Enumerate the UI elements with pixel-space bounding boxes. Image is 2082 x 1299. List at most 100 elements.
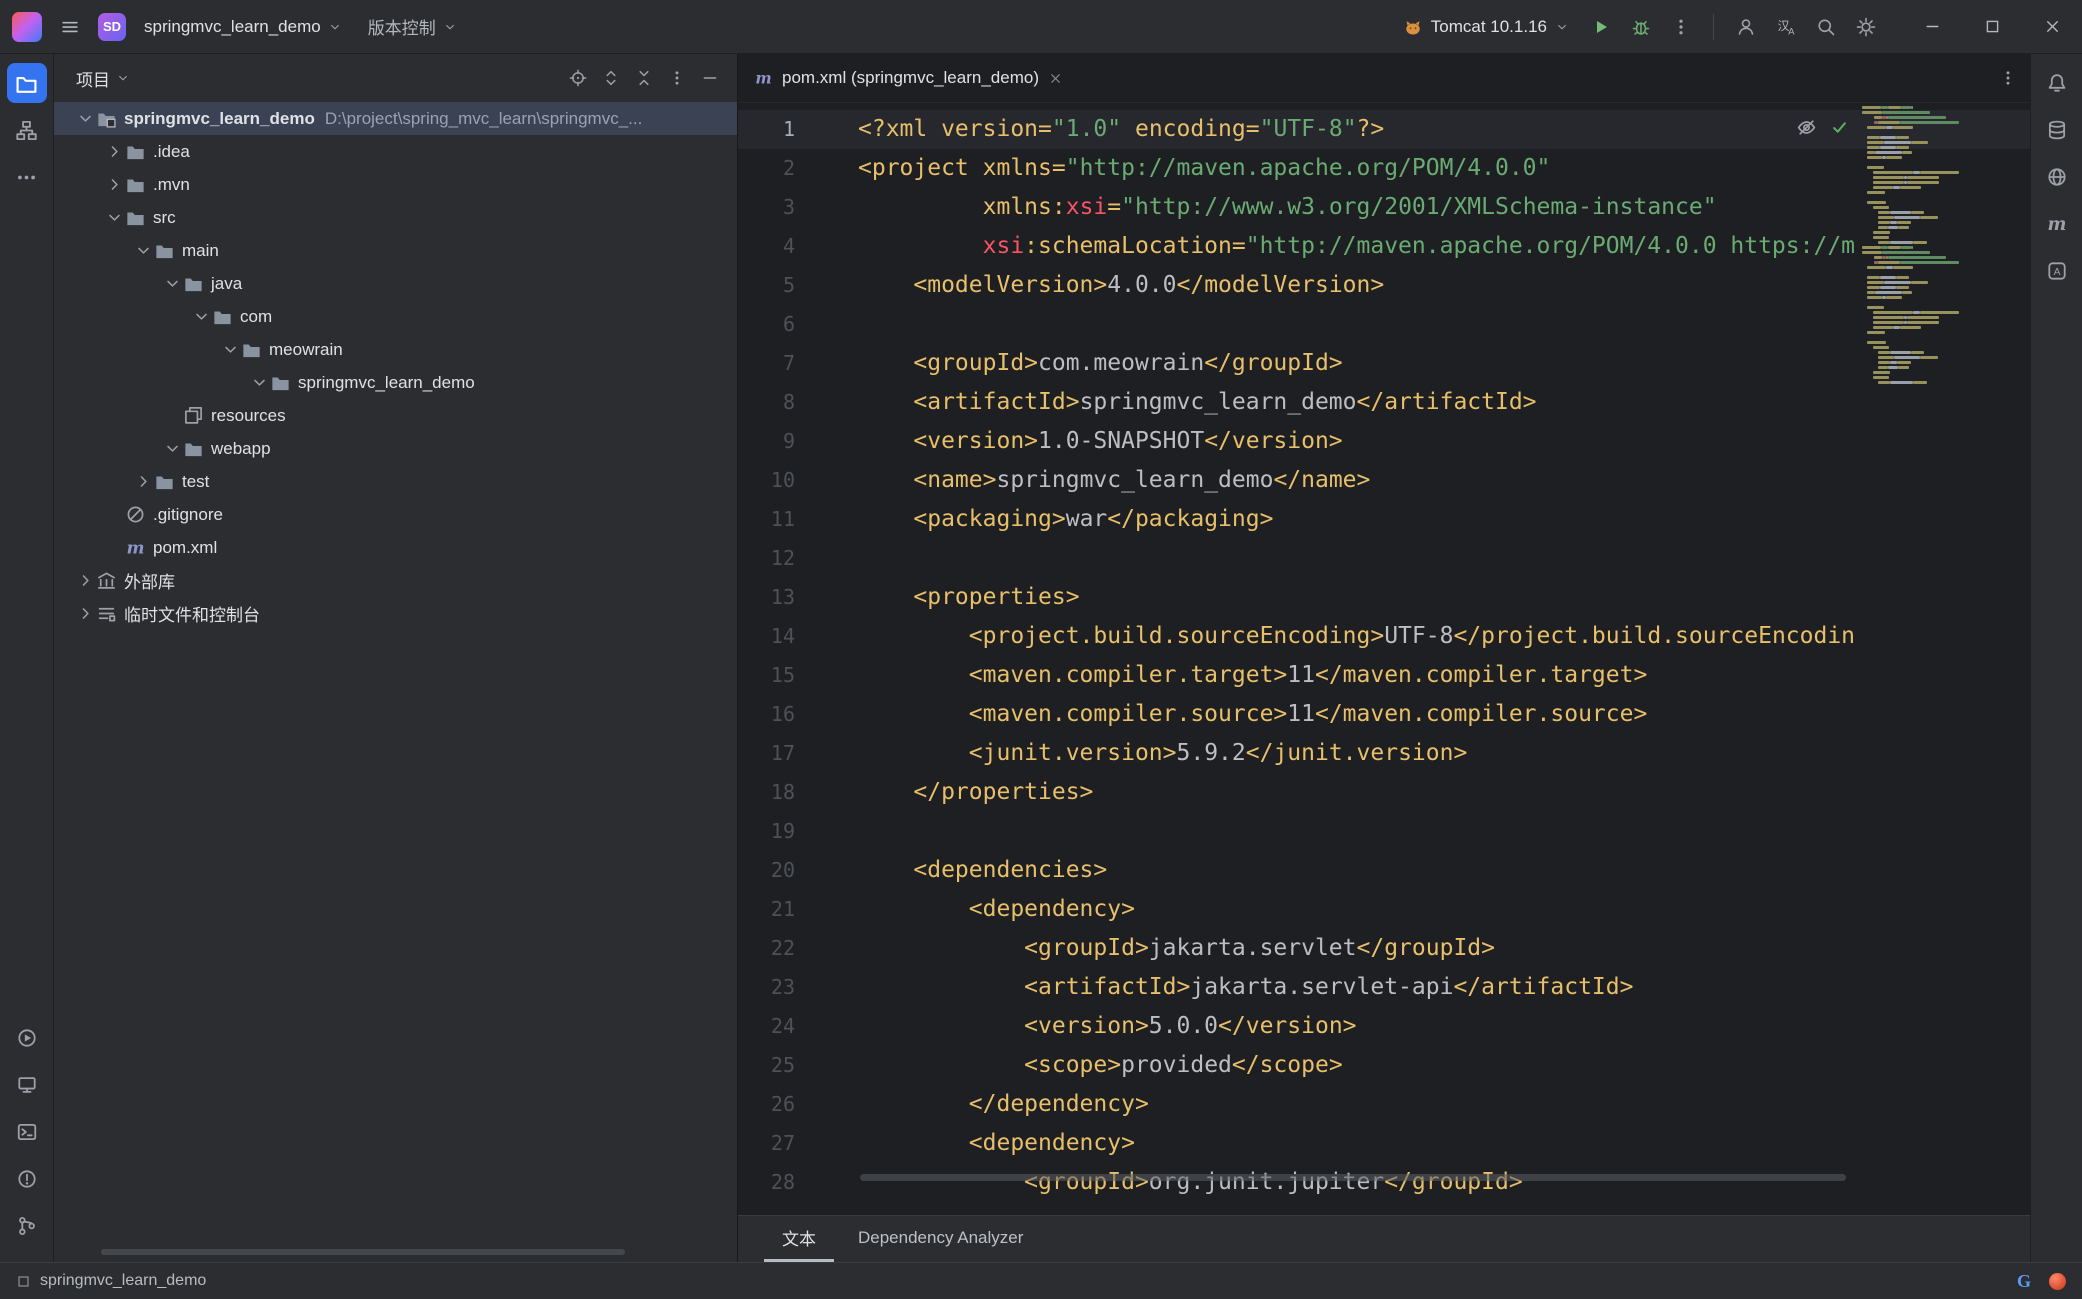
maximize-button[interactable] <box>1962 0 2022 53</box>
editor-gutter: 1234567891011121314151617181920212223242… <box>738 110 858 1202</box>
expand-all-icon[interactable] <box>602 69 620 87</box>
tab-options-icon[interactable] <box>1999 69 2017 87</box>
tree-chevron-down-icon[interactable] <box>161 438 183 460</box>
tree-item-project-root[interactable]: springmvc_learn_demoD:\project\spring_mv… <box>54 102 737 135</box>
services-button[interactable] <box>7 1065 47 1105</box>
hide-icon[interactable] <box>701 69 719 87</box>
tree-item-scratches-consoles[interactable]: 临时文件和控制台 <box>54 597 737 630</box>
line-number: 10 <box>738 461 795 500</box>
project-view-selector[interactable]: 项目 <box>76 66 130 91</box>
vcs-widget[interactable]: 版本控制 <box>360 8 465 45</box>
intellij-logo-icon <box>12 12 42 42</box>
structure-button[interactable] <box>7 110 47 150</box>
editor-bottom-tab-dependency-analyzer[interactable]: Dependency Analyzer <box>840 1216 1041 1262</box>
minimap[interactable] <box>1862 105 2028 385</box>
locate-file-icon[interactable] <box>569 69 587 87</box>
ai-assistant-button[interactable]: A <box>2037 251 2077 291</box>
tree-item-label: com <box>240 307 272 327</box>
line-number: 2 <box>738 149 795 188</box>
tree-chevron-right-icon[interactable] <box>74 603 96 625</box>
tree-chevron-down-icon[interactable] <box>219 339 241 361</box>
project-widget[interactable]: springmvc_learn_demo <box>136 11 350 43</box>
tree-chevron-down-icon[interactable] <box>132 240 154 262</box>
tree-item-test[interactable]: test <box>54 465 737 498</box>
version-control-tool-button[interactable] <box>7 1206 47 1246</box>
tree-item-src[interactable]: src <box>54 201 737 234</box>
problems-button[interactable] <box>7 1159 47 1199</box>
run-configuration-widget[interactable]: Tomcat 10.1.16 <box>1393 11 1579 43</box>
tree-chevron-down-icon[interactable] <box>161 273 183 295</box>
options-icon[interactable] <box>668 69 686 87</box>
tree-item-label: resources <box>211 406 286 426</box>
close-button[interactable] <box>2022 0 2082 53</box>
settings-button[interactable] <box>1848 9 1884 45</box>
line-number: 18 <box>738 773 795 812</box>
chevron-down-icon <box>328 20 342 34</box>
editor-bottom-tab-text[interactable]: 文本 <box>764 1216 834 1262</box>
more-actions-button[interactable] <box>1663 9 1699 45</box>
run-button[interactable] <box>1583 9 1619 45</box>
line-number: 14 <box>738 617 795 656</box>
code-line <box>858 539 1861 578</box>
line-number: 15 <box>738 656 795 695</box>
no-problems-check-icon[interactable] <box>1830 118 1849 137</box>
tree-item-gitignore[interactable]: .gitignore <box>54 498 737 531</box>
tree-chevron-right-icon[interactable] <box>132 471 154 493</box>
collapse-all-icon[interactable] <box>635 69 653 87</box>
event-icon[interactable] <box>2049 1273 2066 1290</box>
code-with-me-button[interactable] <box>1728 9 1764 45</box>
hamburger-menu-icon[interactable] <box>52 9 88 45</box>
tree-chevron-down-icon[interactable] <box>74 108 96 130</box>
terminal-button[interactable] <box>7 1112 47 1152</box>
tree-item-webapp[interactable]: webapp <box>54 432 737 465</box>
maven-button[interactable]: m <box>2037 204 2077 244</box>
tree-chevron-down-icon[interactable] <box>248 372 270 394</box>
code-editor[interactable]: <?xml version="1.0" encoding="UTF-8"?><p… <box>858 110 1861 1216</box>
tree-item-label: webapp <box>211 439 271 459</box>
tree-item-main[interactable]: main <box>54 234 737 267</box>
tree-chevron-right-icon[interactable] <box>103 141 125 163</box>
line-number: 9 <box>738 422 795 461</box>
notifications-button[interactable] <box>2037 63 2077 103</box>
database-button[interactable] <box>2037 110 2077 150</box>
search-everywhere-button[interactable] <box>1808 9 1844 45</box>
tree-item-resources[interactable]: resources <box>54 399 737 432</box>
close-icon[interactable] <box>1048 71 1063 86</box>
tree-item-mvn[interactable]: .mvn <box>54 168 737 201</box>
tree-chevron-right-icon[interactable] <box>74 570 96 592</box>
tree-chevron-right-icon[interactable] <box>103 174 125 196</box>
minimize-button[interactable] <box>1902 0 1962 53</box>
editor-tab-pom-xml[interactable]: m pom.xml (springmvc_learn_demo) <box>738 54 1077 102</box>
tree-item-com[interactable]: com <box>54 300 737 333</box>
code-line: <project.build.sourceEncoding>UTF-8</pro… <box>858 617 1861 656</box>
tree-item-external-libraries[interactable]: 外部库 <box>54 564 737 597</box>
line-number: 3 <box>738 188 795 227</box>
tree-item-springmvc-learn-demo-pkg[interactable]: springmvc_learn_demo <box>54 366 737 399</box>
editor-horizontal-scrollbar[interactable] <box>860 1174 1846 1181</box>
line-number: 1 <box>738 110 795 149</box>
project-horizontal-scrollbar[interactable] <box>101 1249 625 1255</box>
tree-item-label: 外部库 <box>124 568 175 593</box>
tree-item-pom-xml[interactable]: mpom.xml <box>54 531 737 564</box>
translate-plugin-icon[interactable]: G <box>2017 1271 2031 1292</box>
folderRoot-icon <box>96 108 123 130</box>
project-button[interactable] <box>7 63 47 103</box>
debug-button[interactable] <box>1623 9 1659 45</box>
translate-button[interactable]: 汉A <box>1768 9 1804 45</box>
line-number: 23 <box>738 968 795 1007</box>
code-line: <dependencies> <box>858 851 1861 890</box>
tree-item-label: src <box>153 208 176 228</box>
tree-item-java[interactable]: java <box>54 267 737 300</box>
run-tool-button[interactable] <box>7 1018 47 1058</box>
code-line <box>858 812 1861 851</box>
tree-item-meowrain[interactable]: meowrain <box>54 333 737 366</box>
more-tools-button[interactable] <box>7 157 47 197</box>
tree-item-label: springmvc_learn_demo <box>298 373 475 393</box>
highlighting-eye-icon[interactable] <box>1796 117 1817 138</box>
line-number: 6 <box>738 305 795 344</box>
tree-item-idea[interactable]: .idea <box>54 135 737 168</box>
tree-chevron-down-icon[interactable] <box>190 306 212 328</box>
tree-chevron-down-icon[interactable] <box>103 207 125 229</box>
tree-indent <box>103 537 125 559</box>
endpoints-button[interactable] <box>2037 157 2077 197</box>
